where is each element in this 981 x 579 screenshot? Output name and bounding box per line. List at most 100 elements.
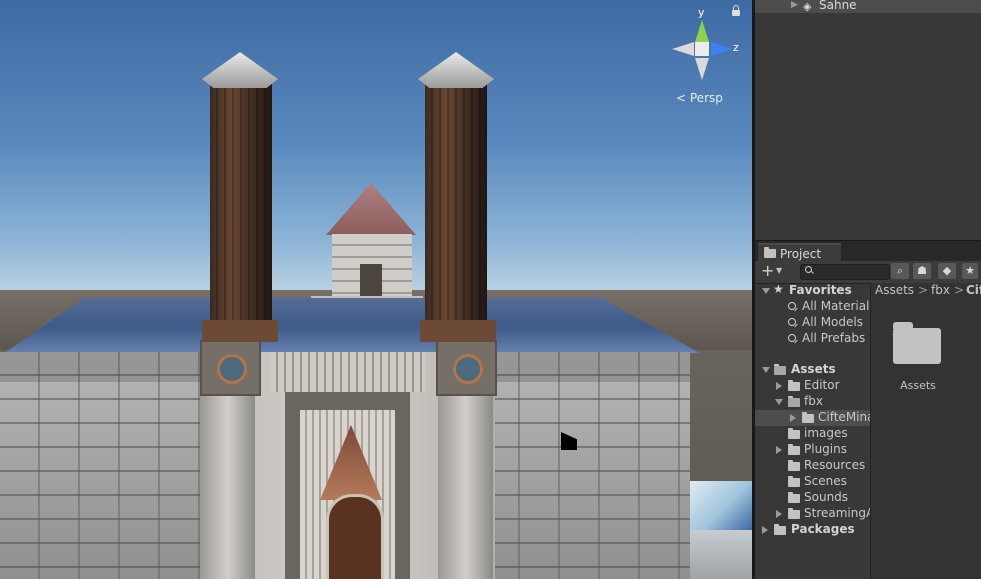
favorite-star-button[interactable]: ★ <box>962 263 978 279</box>
gizmo-neg-y-axis[interactable] <box>695 58 709 80</box>
search-by-label-button[interactable]: ☗ <box>913 263 931 279</box>
tree-item-assets[interactable]: Assets <box>755 362 870 378</box>
folder-label: Plugins <box>804 442 847 456</box>
search-icon <box>788 334 796 342</box>
minaret-base-right <box>436 340 497 396</box>
project-content-area: Assets > fbx > Cif Assets <box>871 283 981 579</box>
expand-arrow-icon[interactable] <box>775 399 783 405</box>
folder-icon <box>764 247 776 258</box>
folder-icon <box>802 412 814 423</box>
projection-toggle[interactable]: < Persp <box>676 91 723 105</box>
expand-arrow-icon[interactable] <box>776 382 782 390</box>
tree-item-scenes[interactable]: Scenes <box>755 474 870 490</box>
star-icon: ★ <box>773 283 784 296</box>
folder-icon <box>788 460 800 471</box>
expand-arrow-icon[interactable] <box>776 446 782 454</box>
folder-icon <box>788 508 800 519</box>
expand-arrow-icon[interactable]: ▶ <box>791 0 798 10</box>
expand-arrow-icon[interactable] <box>776 510 782 518</box>
tab-project-label: Project <box>780 247 822 261</box>
search-icon <box>788 302 796 310</box>
scene-view[interactable]: y z < Persp <box>0 0 752 579</box>
packages-label: Packages <box>791 522 855 536</box>
kiosk-roof <box>326 183 416 235</box>
search-input[interactable] <box>800 264 890 280</box>
favorites-label: Favorites <box>789 283 852 297</box>
tree-item-images[interactable]: images <box>755 426 870 442</box>
favorite-label: All Models <box>802 315 863 329</box>
tree-item-editor[interactable]: Editor <box>755 378 870 394</box>
project-tabbar: Project <box>755 240 981 263</box>
folder-icon <box>774 524 786 535</box>
tree-item-ciftemina[interactable]: CifteMina <box>755 410 870 426</box>
tab-project[interactable]: Project <box>758 243 841 263</box>
project-folder-tree: ★ Favorites All Materials All Models All… <box>755 283 870 579</box>
hierarchy-scene-row[interactable]: ▶ ◈ Sahne <box>755 0 981 13</box>
minaret-collar-left <box>202 320 278 342</box>
breadcrumb-item[interactable]: Assets <box>875 283 914 297</box>
tree-item-plugins[interactable]: Plugins <box>755 442 870 458</box>
breadcrumb-item[interactable]: Cif <box>966 283 981 297</box>
unity-scene-icon: ◈ <box>803 0 812 13</box>
folder-label: Editor <box>804 378 840 392</box>
tree-item-sounds[interactable]: Sounds <box>755 490 870 506</box>
search-icon <box>788 318 796 326</box>
minaret-left <box>210 78 272 340</box>
minaret-cap-left <box>202 52 278 88</box>
assets-label: Assets <box>791 362 836 376</box>
folder-label: Resources <box>804 458 866 472</box>
favorite-label: All Prefabs <box>802 331 866 345</box>
tree-item-streamingassets[interactable]: StreamingA <box>755 506 870 522</box>
breadcrumb-separator: > <box>954 283 965 297</box>
projection-label: Persp <box>689 91 723 105</box>
folder-open-icon <box>774 364 786 375</box>
folder-icon <box>788 444 800 455</box>
folder-icon <box>788 476 800 487</box>
create-plus-icon[interactable]: + <box>761 262 774 280</box>
folder-icon <box>788 492 800 503</box>
search-by-type-button[interactable]: ⌕ <box>891 263 909 279</box>
folder-label: Scenes <box>804 474 847 488</box>
tree-item-resources[interactable]: Resources <box>755 458 870 474</box>
folder-label: fbx <box>804 394 823 408</box>
favorite-all-models[interactable]: All Models <box>755 315 870 331</box>
expand-arrow-icon[interactable] <box>790 414 796 422</box>
folder-label: StreamingA <box>804 506 870 520</box>
expand-arrow-icon[interactable] <box>762 526 768 534</box>
gizmo-y-axis[interactable] <box>695 20 709 42</box>
folder-open-icon <box>788 396 800 407</box>
hierarchy-panel: ▶ ◈ Sahne <box>752 0 981 240</box>
gizmo-z-label: z <box>733 41 739 54</box>
expand-arrow-icon[interactable] <box>762 288 770 294</box>
minaret-cap-right <box>418 52 494 88</box>
minaret-right <box>425 78 487 340</box>
tree-item-favorites[interactable]: ★ Favorites <box>755 283 870 299</box>
tree-item-packages[interactable]: Packages <box>755 522 870 538</box>
chevron-down-icon[interactable]: ▼ <box>776 266 782 275</box>
gizmo-neg-x-axis[interactable] <box>672 42 694 56</box>
tag-icon[interactable]: ◆ <box>938 263 956 279</box>
gizmo-center-cube[interactable] <box>695 42 709 56</box>
folder-icon <box>788 380 800 391</box>
breadcrumb-item[interactable]: fbx <box>931 283 950 297</box>
folder-label: CifteMina <box>818 410 870 424</box>
breadcrumb: Assets > fbx > Cif <box>871 283 981 299</box>
expand-arrow-icon[interactable] <box>762 367 770 373</box>
kiosk-window <box>360 264 382 296</box>
gizmo-y-label: y <box>698 6 705 19</box>
favorite-all-prefabs[interactable]: All Prefabs <box>755 331 870 347</box>
gizmo-z-axis[interactable] <box>711 42 733 56</box>
project-panel: Project + ▼ ⌕ ☗ ◆ ★ ★ Favorites All Mate… <box>752 240 981 579</box>
folder-label: images <box>804 426 848 440</box>
breadcrumb-separator: > <box>918 283 929 297</box>
minaret-base-left <box>200 340 261 396</box>
minaret-collar-right <box>420 320 496 342</box>
lock-icon[interactable] <box>732 5 740 16</box>
scene-name: Sahne <box>819 0 857 12</box>
folder-icon[interactable] <box>893 322 941 364</box>
favorite-all-materials[interactable]: All Materials <box>755 299 870 315</box>
grid-item-label: Assets <box>900 379 936 392</box>
project-toolbar: + ▼ ⌕ ☗ ◆ ★ <box>755 261 981 284</box>
folder-label: Sounds <box>804 490 849 504</box>
tree-item-fbx[interactable]: fbx <box>755 394 870 410</box>
